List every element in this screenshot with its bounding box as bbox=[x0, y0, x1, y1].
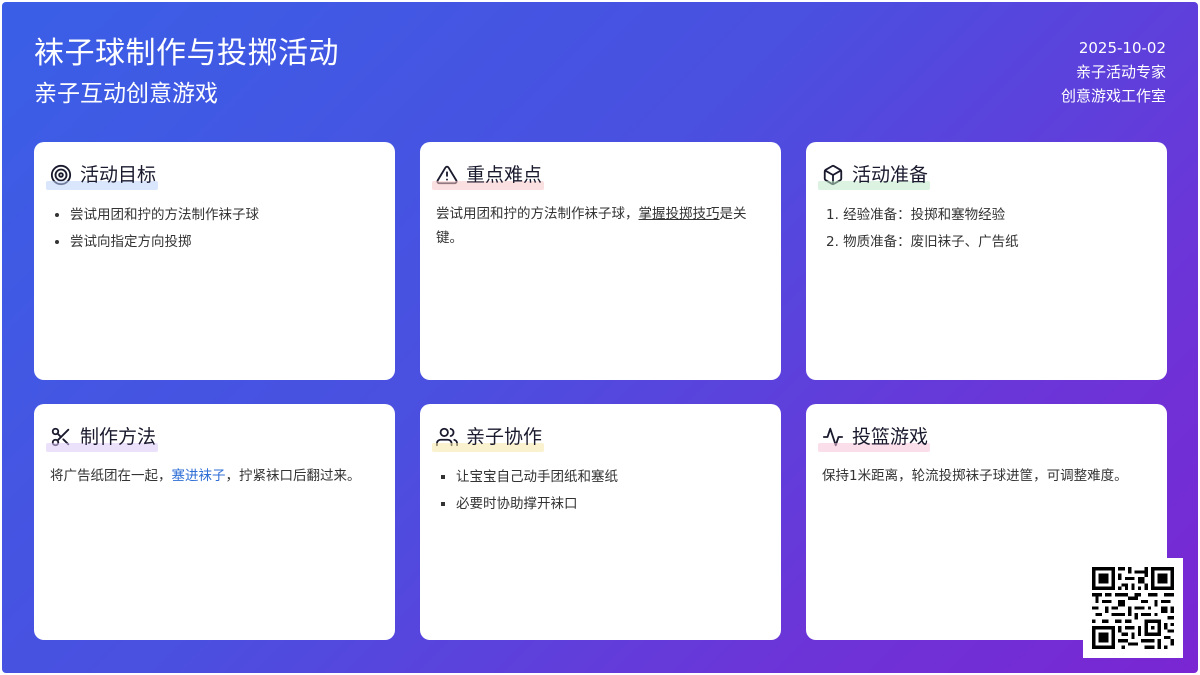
card-paragraph: 将广告纸团在一起，塞进袜子，拧紧袜口后翻过来。 bbox=[50, 468, 361, 484]
list-item: 让宝宝自己动手团纸和塞纸 bbox=[456, 464, 765, 491]
list-item: 必要时协助撑开袜口 bbox=[456, 491, 765, 518]
qr-code-icon[interactable] bbox=[1083, 558, 1183, 658]
slide-background: 袜子球制作与投掷活动 亲子互动创意游戏 2025-10-02 亲子活动专家 创意… bbox=[2, 2, 1198, 673]
card-header: 投篮游戏 bbox=[818, 422, 1151, 452]
card-body: 1. 经验准备：投掷和塞物经验 2. 物质准备：废旧袜子、广告纸 bbox=[822, 202, 1151, 256]
list-item: 尝试用团和拧的方法制作袜子球 bbox=[70, 202, 379, 229]
page-subtitle: 亲子互动创意游戏 bbox=[34, 81, 218, 107]
header-left: 袜子球制作与投掷活动 亲子互动创意游戏 bbox=[34, 34, 339, 110]
page-title: 袜子球制作与投掷活动 bbox=[34, 36, 339, 71]
card-header: 活动准备 bbox=[818, 160, 1151, 190]
card-body: 尝试用团和拧的方法制作袜子球 尝试向指定方向投掷 bbox=[50, 202, 379, 256]
highlight-link[interactable]: 塞进袜子 bbox=[172, 468, 226, 484]
card-paragraph: 尝试用团和拧的方法制作袜子球，掌握投掷技巧是关键。 bbox=[436, 206, 747, 246]
date-text: 2025-10-02 bbox=[1078, 39, 1166, 57]
underlined-text: 掌握投掷技巧 bbox=[638, 206, 720, 222]
card-method: 制作方法 将广告纸团在一起，塞进袜子，拧紧袜口后翻过来。 bbox=[34, 404, 395, 640]
card-title: 活动准备 bbox=[818, 163, 931, 190]
card-grid: 活动目标 尝试用团和拧的方法制作袜子球 尝试向指定方向投掷 bbox=[34, 142, 1167, 640]
card-body: 将广告纸团在一起，塞进袜子，拧紧袜口后翻过来。 bbox=[50, 464, 379, 488]
card-header: 活动目标 bbox=[46, 160, 379, 190]
card-title: 投篮游戏 bbox=[818, 425, 931, 452]
card-body: 尝试用团和拧的方法制作袜子球，掌握投掷技巧是关键。 bbox=[436, 202, 765, 250]
card-difficulty: 重点难点 尝试用团和拧的方法制作袜子球，掌握投掷技巧是关键。 bbox=[420, 142, 781, 380]
card-title: 重点难点 bbox=[432, 163, 545, 190]
card-title: 活动目标 bbox=[46, 163, 159, 190]
list-item: 2. 物质准备：废旧袜子、广告纸 bbox=[826, 234, 1019, 250]
card-coop: 亲子协作 让宝宝自己动手团纸和塞纸 必要时协助撑开袜口 bbox=[420, 404, 781, 640]
list-item: 1. 经验准备：投掷和塞物经验 bbox=[826, 207, 1006, 223]
header-meta: 2025-10-02 亲子活动专家 创意游戏工作室 bbox=[1061, 36, 1166, 108]
card-goal: 活动目标 尝试用团和拧的方法制作袜子球 尝试向指定方向投掷 bbox=[34, 142, 395, 380]
card-header: 重点难点 bbox=[432, 160, 765, 190]
card-title: 制作方法 bbox=[46, 425, 159, 452]
card-body: 让宝宝自己动手团纸和塞纸 必要时协助撑开袜口 bbox=[436, 464, 765, 518]
card-header: 亲子协作 bbox=[432, 422, 765, 452]
card-paragraph: 保持1米距离，轮流投掷袜子球进筐，可调整难度。 bbox=[822, 468, 1128, 484]
card-title: 亲子协作 bbox=[432, 425, 545, 452]
card-body: 保持1米距离，轮流投掷袜子球进筐，可调整难度。 bbox=[822, 464, 1151, 488]
card-prep: 活动准备 1. 经验准备：投掷和塞物经验 2. 物质准备：废旧袜子、广告纸 bbox=[806, 142, 1167, 380]
list-item: 尝试向指定方向投掷 bbox=[70, 229, 379, 256]
card-header: 制作方法 bbox=[46, 422, 379, 452]
author-text: 亲子活动专家 bbox=[1075, 63, 1166, 81]
org-text: 创意游戏工作室 bbox=[1060, 87, 1166, 105]
